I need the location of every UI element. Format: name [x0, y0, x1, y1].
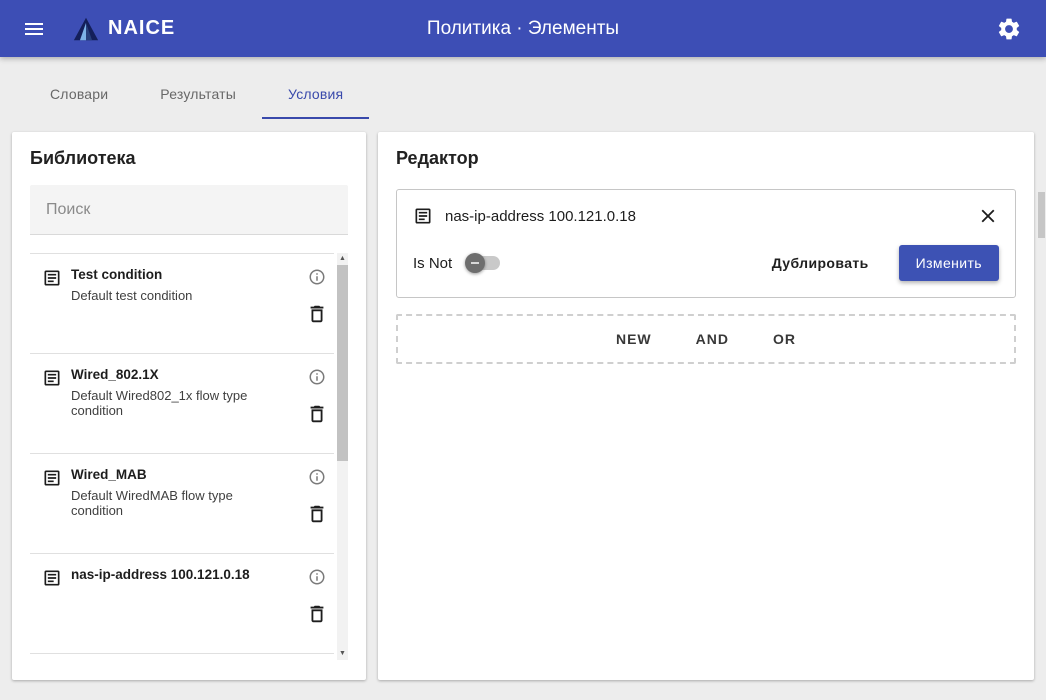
- list-item-nas-ip-address[interactable]: nas-ip-address 100.121.0.18: [30, 554, 334, 654]
- condition-list: Test condition Default test condition: [30, 253, 348, 664]
- edit-button[interactable]: Изменить: [899, 245, 999, 281]
- condition-name: Wired_802.1X: [71, 366, 296, 384]
- list-item-test-condition[interactable]: Test condition Default test condition: [30, 254, 334, 354]
- app-bar: NAICE Политика · Элементы: [0, 0, 1046, 57]
- document-icon: [42, 568, 62, 643]
- or-button[interactable]: OR: [761, 323, 808, 355]
- delete-icon[interactable]: [306, 503, 328, 525]
- editor-panel: Редактор nas-ip-address 100.121.0.18 Is …: [378, 132, 1034, 680]
- condition-description: Default WiredMAB flow type condition: [71, 488, 261, 518]
- list-item-wired-8021x[interactable]: Wired_802.1X Default Wired802_1x flow ty…: [30, 354, 334, 454]
- condition-description: Default Wired802_1x flow type condition: [71, 388, 261, 418]
- document-icon: [42, 468, 62, 543]
- brand-name: NAICE: [108, 17, 175, 40]
- new-button[interactable]: NEW: [604, 323, 664, 355]
- document-icon: [42, 268, 62, 343]
- document-icon: [42, 368, 62, 443]
- list-item-text: nas-ip-address 100.121.0.18: [62, 566, 306, 643]
- delete-icon[interactable]: [306, 403, 328, 425]
- is-not-label: Is Not: [413, 255, 452, 272]
- delete-icon[interactable]: [306, 303, 328, 325]
- list-item-actions: [306, 566, 332, 643]
- list-item-wired-mab[interactable]: Wired_MAB Default WiredMAB flow type con…: [30, 454, 334, 554]
- selected-condition-name: nas-ip-address 100.121.0.18: [445, 208, 636, 225]
- and-button[interactable]: AND: [684, 323, 741, 355]
- tab-bar: Словари Результаты Условия: [0, 71, 1046, 119]
- duplicate-button[interactable]: Дублировать: [764, 246, 877, 280]
- scroll-down-icon[interactable]: ▼: [339, 648, 346, 660]
- tab-dictionaries[interactable]: Словари: [24, 71, 134, 119]
- selected-condition-controls: Is Not Дублировать Изменить: [397, 237, 1015, 297]
- info-icon[interactable]: [308, 368, 326, 386]
- list-item-text: Test condition Default test condition: [62, 266, 306, 343]
- naice-logo-icon: [72, 16, 100, 42]
- scrollbar-thumb[interactable]: [337, 265, 348, 461]
- selected-condition-box: nas-ip-address 100.121.0.18 Is Not Дубли…: [396, 189, 1016, 298]
- tab-conditions[interactable]: Условия: [262, 71, 369, 119]
- scroll-up-icon[interactable]: ▲: [339, 253, 346, 265]
- toggle-thumb: [465, 253, 485, 273]
- info-icon[interactable]: [308, 468, 326, 486]
- info-icon[interactable]: [308, 568, 326, 586]
- library-panel: Библиотека Test condition Default test c…: [12, 132, 366, 680]
- library-title: Библиотека: [30, 148, 348, 169]
- menu-icon[interactable]: [22, 17, 46, 41]
- list-item-actions: [306, 466, 332, 543]
- condition-name: Test condition: [71, 266, 296, 284]
- is-not-toggle[interactable]: [465, 253, 502, 273]
- list-scrollbar[interactable]: ▲ ▼: [337, 253, 348, 660]
- search-input[interactable]: [30, 185, 348, 235]
- tab-results[interactable]: Результаты: [134, 71, 262, 119]
- brand: NAICE: [72, 16, 175, 42]
- document-icon: [413, 206, 433, 226]
- condition-name: Wired_MAB: [71, 466, 296, 484]
- list-item-actions: [306, 366, 332, 443]
- insert-bar: NEW AND OR: [396, 314, 1016, 364]
- list-item-actions: [306, 266, 332, 343]
- condition-description: Default test condition: [71, 288, 261, 303]
- close-icon[interactable]: [977, 205, 999, 227]
- selected-condition-header: nas-ip-address 100.121.0.18: [397, 190, 1015, 237]
- list-item-text: Wired_802.1X Default Wired802_1x flow ty…: [62, 366, 306, 443]
- info-icon[interactable]: [308, 268, 326, 286]
- main-content: Библиотека Test condition Default test c…: [0, 119, 1046, 680]
- list-item-text: Wired_MAB Default WiredMAB flow type con…: [62, 466, 306, 543]
- editor-title: Редактор: [396, 148, 1016, 169]
- delete-icon[interactable]: [306, 603, 328, 625]
- page-scrollbar-thumb[interactable]: [1038, 192, 1045, 238]
- condition-name: nas-ip-address 100.121.0.18: [71, 566, 296, 584]
- settings-gear-icon[interactable]: [996, 16, 1022, 42]
